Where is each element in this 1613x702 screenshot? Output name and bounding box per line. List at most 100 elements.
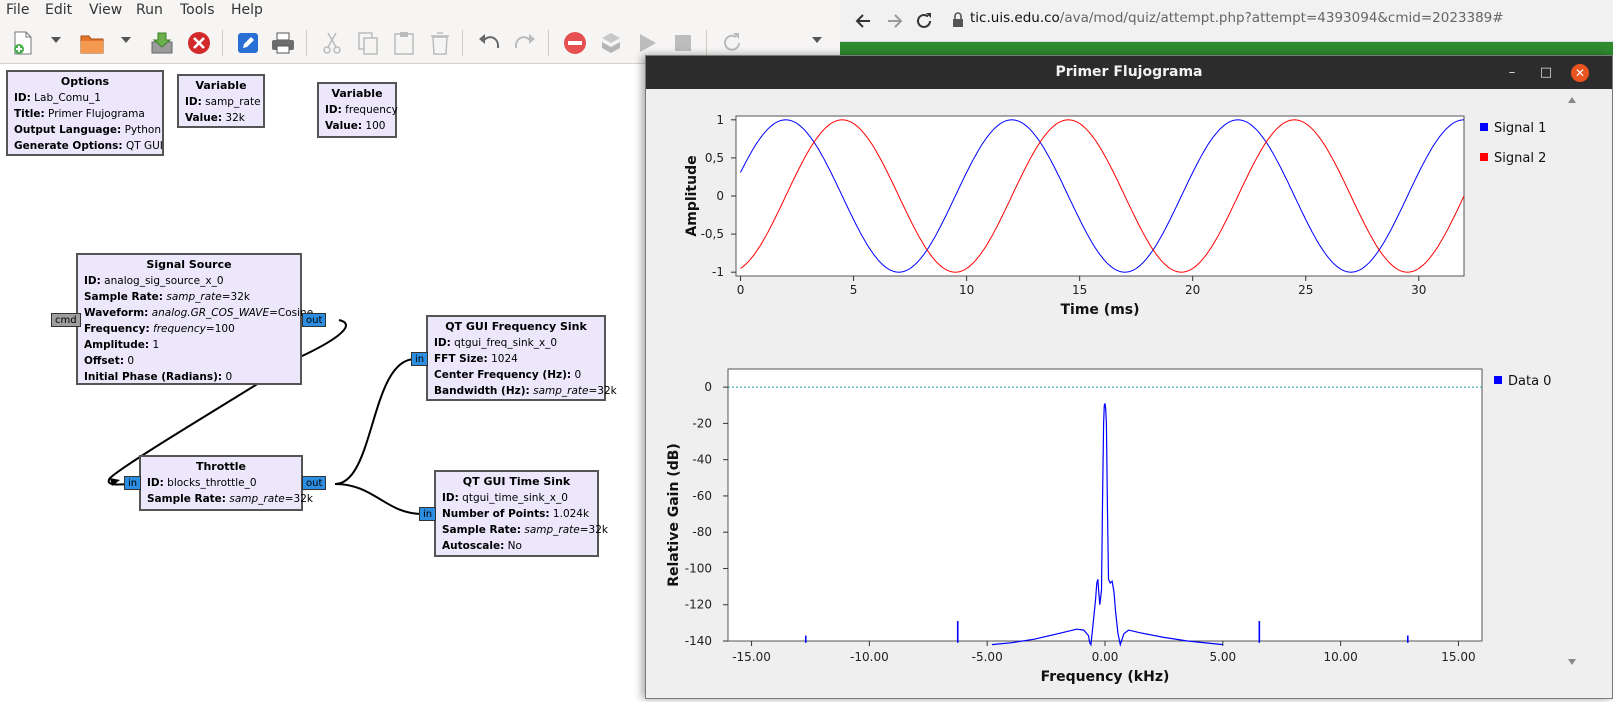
edit-icon[interactable] (235, 30, 261, 56)
menu-edit[interactable]: Edit (45, 2, 72, 18)
port-in[interactable]: in (419, 507, 437, 521)
block-param: Autoscale: No (442, 540, 522, 552)
port-cmd[interactable]: cmd (51, 313, 81, 327)
x-tick-label: 25 (1298, 283, 1313, 297)
y-tick-label: -60 (692, 489, 712, 503)
x-tick-label: 20 (1185, 283, 1200, 297)
block-param: Sample Rate: samp_rate=32k (442, 524, 608, 536)
menu-run[interactable]: Run (136, 2, 163, 18)
y-tick-label: -80 (692, 525, 712, 539)
print-icon[interactable] (270, 30, 296, 56)
open-folder-icon[interactable] (79, 30, 105, 56)
legend-swatch (1494, 376, 1502, 384)
block-title: Options (60, 75, 110, 88)
maximize-icon[interactable]: □ (1537, 64, 1555, 82)
x-tick-label: -10.00 (850, 650, 889, 664)
close-window-icon[interactable]: ✕ (1571, 64, 1589, 82)
new-file-icon[interactable] (10, 30, 36, 56)
options-block[interactable]: Options ID: Lab_Comu_1 Title: Primer Flu… (6, 70, 164, 156)
scroll-down-icon[interactable] (1568, 659, 1576, 665)
flowgraph-canvas[interactable]: Options ID: Lab_Comu_1 Title: Primer Flu… (0, 65, 645, 699)
y-tick-label: -40 (692, 453, 712, 467)
block-param: Sample Rate: samp_rate=32k (147, 493, 313, 505)
menu-tools[interactable]: Tools (180, 2, 215, 18)
plots-canvas: 0 5 10 15 20 25 30 1 0,5 0 -0,5 -1 Time (ms) Amplitud… (666, 97, 1576, 685)
port-out[interactable]: out (302, 476, 327, 490)
redo-icon[interactable] (512, 30, 538, 56)
block-title: QT GUI Frequency Sink (445, 320, 587, 333)
legend-label: Signal 2 (1494, 151, 1546, 166)
y-tick-label: -20 (692, 416, 712, 430)
browser-toolbar: tic.uis.edu.co/ava/mod/quiz/attempt.php?… (840, 0, 1613, 42)
y-tick-label: -120 (685, 598, 712, 612)
grc-menubar: File Edit View Run Tools Help (0, 0, 840, 22)
plot-window: Primer Flujograma – □ ✕ 0 5 10 15 20 25 30 1 0,5… (645, 55, 1613, 699)
toolbar-separator (462, 30, 463, 56)
block-param: Title: Primer Flujograma (14, 108, 145, 120)
back-icon[interactable] (854, 11, 874, 31)
y-axis-label: Relative Gain (dB) (666, 443, 682, 587)
reload-page-icon[interactable] (914, 11, 934, 31)
block-param: Center Frequency (Hz): 0 (434, 369, 582, 381)
block-param: Sample Rate: samp_rate=32k (84, 291, 250, 303)
block-param: Value: 100 (325, 120, 386, 132)
url-path: /ava/mod/quiz/attempt.php?attempt=439309… (1059, 10, 1504, 26)
menu-view[interactable]: View (89, 2, 122, 18)
signal-source-block[interactable]: Signal Source ID: analog_sig_source_x_0 … (76, 253, 313, 385)
open-folder-dropdown-icon[interactable] (121, 37, 131, 43)
cut-icon[interactable] (319, 30, 345, 56)
throttle-block[interactable]: Throttle ID: blocks_throttle_0 Sample Ra… (139, 455, 313, 511)
minimize-icon[interactable]: – (1503, 64, 1521, 82)
new-file-dropdown-icon[interactable] (51, 37, 61, 43)
menu-help[interactable]: Help (231, 2, 263, 18)
scroll-up-icon[interactable] (1568, 97, 1576, 103)
time-plot: 0 5 10 15 20 25 30 1 0,5 0 -0,5 -1 Time (ms) Amplitud… (684, 113, 1546, 318)
variable-block-samp-rate[interactable]: Variable ID: samp_rate Value: 32k (177, 74, 265, 128)
freq-sink-block[interactable]: QT GUI Frequency Sink ID: qtgui_freq_sin… (426, 315, 617, 401)
toolbar-separator (222, 30, 223, 56)
block-param: Value: 32k (185, 112, 245, 124)
url-host: tic.uis.edu.co (970, 10, 1060, 26)
y-tick-label: 0,5 (705, 151, 724, 165)
reload-icon[interactable] (719, 30, 745, 56)
wire-throttle-to-freq-sink (334, 358, 416, 485)
y-tick-label: 0 (704, 380, 712, 394)
y-tick-label: -0,5 (701, 227, 724, 241)
forward-icon[interactable] (884, 11, 904, 31)
time-sink-block[interactable]: QT GUI Time Sink ID: qtgui_time_sink_x_0… (434, 470, 608, 557)
x-tick-label: 10 (959, 283, 974, 297)
block-param: Generate Options: QT GUI (14, 140, 163, 152)
window-titlebar[interactable]: Primer Flujograma – □ ✕ (646, 56, 1612, 89)
legend-swatch (1480, 123, 1488, 131)
block-param: Offset: 0 (84, 355, 135, 367)
stop-icon[interactable] (670, 30, 696, 56)
variable-block-frequency[interactable]: Variable ID: frequency Value: 100 (317, 82, 398, 138)
delete-icon[interactable] (427, 30, 453, 56)
block-param: ID: samp_rate (185, 96, 261, 108)
block-param: Amplitude: 1 (84, 339, 160, 351)
toolbar-separator (706, 30, 707, 56)
address-bar[interactable]: tic.uis.edu.co/ava/mod/quiz/attempt.php?… (970, 10, 1504, 26)
port-in[interactable]: in (124, 476, 142, 490)
port-in[interactable]: in (411, 352, 429, 366)
save-icon[interactable] (149, 30, 175, 56)
port-out[interactable]: out (302, 313, 327, 327)
toolbar-overflow-icon[interactable] (812, 37, 822, 43)
x-axis-label: Time (ms) (1060, 302, 1139, 318)
window-title: Primer Flujograma (1055, 64, 1203, 80)
block-title: Variable (331, 87, 383, 100)
legend-label: Data 0 (1508, 374, 1551, 389)
copy-icon[interactable] (355, 30, 381, 56)
block-param: ID: Lab_Comu_1 (14, 92, 101, 104)
x-tick-label: -15.00 (732, 650, 771, 664)
close-icon[interactable] (186, 30, 212, 56)
kill-icon[interactable] (562, 30, 588, 56)
generate-icon[interactable] (598, 30, 624, 56)
paste-icon[interactable] (391, 30, 417, 56)
menu-file[interactable]: File (6, 2, 29, 18)
y-tick-label: -140 (685, 634, 712, 648)
undo-icon[interactable] (476, 30, 502, 56)
run-icon[interactable] (634, 30, 660, 56)
block-title: Throttle (195, 460, 247, 473)
block-title: QT GUI Time Sink (462, 475, 571, 488)
